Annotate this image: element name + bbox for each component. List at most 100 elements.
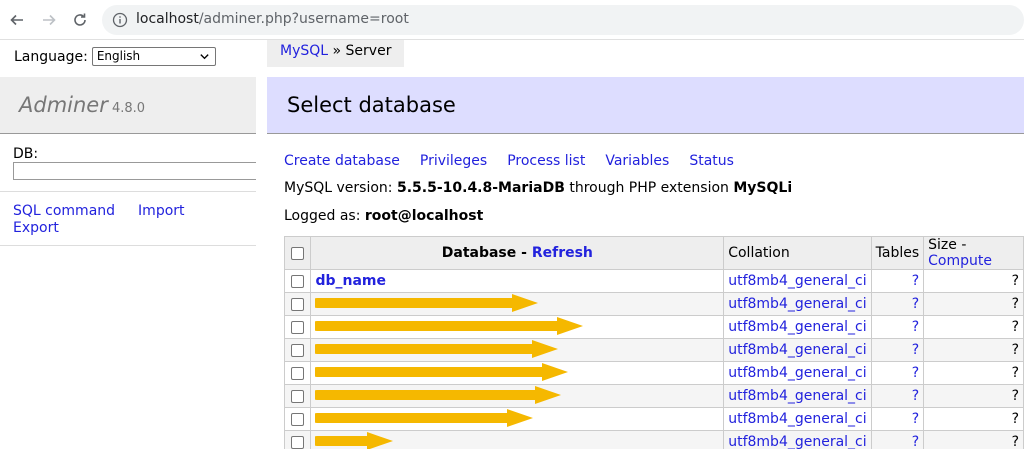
- language-label: Language:: [14, 48, 88, 65]
- forward-arrow-icon[interactable]: [38, 9, 60, 31]
- breadcrumb-current: Server: [345, 43, 392, 59]
- table-row: utf8mb4_general_ci??: [283, 315, 1024, 339]
- tables-cell[interactable]: ?: [870, 338, 925, 362]
- compute-link[interactable]: Compute: [928, 253, 992, 269]
- database-name-cell: [310, 430, 725, 449]
- status-link[interactable]: Status: [689, 153, 734, 169]
- chevron-down-icon: [200, 54, 209, 60]
- version-prefix: MySQL version:: [284, 180, 397, 196]
- language-value: English: [96, 49, 141, 63]
- collation-cell[interactable]: utf8mb4_general_ci: [723, 384, 872, 408]
- size-cell: ?: [923, 430, 1024, 449]
- table-row: utf8mb4_general_ci??: [283, 384, 1024, 408]
- collation-cell[interactable]: utf8mb4_general_ci: [723, 292, 872, 316]
- export-link[interactable]: Export: [13, 220, 59, 236]
- table-row: utf8mb4_general_ci??: [283, 338, 1024, 362]
- sql-command-link[interactable]: SQL command: [13, 203, 115, 219]
- tables-cell[interactable]: ?: [870, 269, 925, 293]
- create-database-link[interactable]: Create database: [284, 153, 400, 169]
- row-checkbox[interactable]: [291, 366, 305, 380]
- browser-toolbar: localhost/adminer.php?username=root: [0, 0, 1024, 40]
- tables-cell[interactable]: ?: [870, 430, 925, 449]
- table-body: db_name utf8mb4_general_ci?? utf8mb4_gener…: [283, 269, 1024, 449]
- database-name-cell: [310, 338, 725, 362]
- breadcrumb-separator: »: [328, 43, 346, 59]
- process-list-link[interactable]: Process list: [507, 153, 585, 169]
- collation-column-header: Collation: [723, 236, 872, 270]
- row-checkbox[interactable]: [291, 389, 305, 403]
- breadcrumb-mysql-link[interactable]: MySQL: [280, 43, 328, 59]
- row-checkbox[interactable]: [291, 274, 305, 288]
- size-cell: ?: [923, 315, 1024, 339]
- tables-cell[interactable]: ?: [870, 292, 925, 316]
- logged-prefix: Logged as:: [284, 208, 365, 224]
- back-arrow-icon[interactable]: [6, 9, 28, 31]
- database-name-cell: [310, 384, 725, 408]
- redacted-database-name[interactable]: [315, 340, 559, 358]
- db-input[interactable]: [13, 162, 256, 180]
- tables-column-header: Tables: [870, 236, 925, 270]
- redacted-database-name[interactable]: [315, 432, 394, 449]
- breadcrumb: MySQL » Server: [267, 40, 405, 67]
- redacted-database-name[interactable]: [315, 386, 562, 404]
- row-checkbox[interactable]: [291, 343, 305, 357]
- row-checkbox[interactable]: [291, 320, 305, 334]
- table-row: utf8mb4_general_ci??: [283, 361, 1024, 385]
- address-bar[interactable]: localhost/adminer.php?username=root: [102, 5, 1024, 35]
- version-middle: through PHP extension: [564, 180, 734, 196]
- table-row: utf8mb4_general_ci??: [283, 407, 1024, 431]
- collation-cell[interactable]: utf8mb4_general_ci: [723, 407, 872, 431]
- variables-link[interactable]: Variables: [605, 153, 669, 169]
- redacted-database-name[interactable]: [315, 294, 539, 312]
- tables-cell[interactable]: ?: [870, 407, 925, 431]
- sidebar: Language: English Adminer 4.8.0 DB: SQL …: [0, 40, 256, 449]
- select-all-checkbox[interactable]: [291, 246, 305, 260]
- size-cell: ?: [923, 338, 1024, 362]
- logged-user: root@localhost: [364, 208, 484, 224]
- tables-cell[interactable]: ?: [870, 361, 925, 385]
- database-name-cell: [310, 315, 725, 339]
- logged-as: Logged as: root@localhost: [284, 208, 483, 224]
- row-checkbox-cell: [283, 430, 312, 449]
- heading-box: Select database: [267, 77, 1024, 134]
- row-checkbox[interactable]: [291, 435, 305, 449]
- table-row: utf8mb4_general_ci??: [283, 430, 1024, 449]
- refresh-link[interactable]: Refresh: [532, 245, 593, 261]
- size-cell: ?: [923, 361, 1024, 385]
- collation-cell[interactable]: utf8mb4_general_ci: [723, 269, 872, 293]
- redacted-database-name[interactable]: [315, 317, 584, 335]
- reload-icon[interactable]: [69, 9, 91, 31]
- logo-box: Adminer 4.8.0: [0, 77, 256, 134]
- row-checkbox[interactable]: [291, 412, 305, 426]
- collation-cell[interactable]: utf8mb4_general_ci: [723, 315, 872, 339]
- database-name-cell: db_name: [310, 269, 725, 293]
- import-link[interactable]: Import: [138, 203, 184, 219]
- database-table: Database - Refresh Collation Tables Size…: [283, 236, 1024, 449]
- info-icon[interactable]: [112, 12, 128, 28]
- redacted-database-name[interactable]: [315, 409, 534, 427]
- table-row: db_name utf8mb4_general_ci??: [283, 269, 1024, 293]
- language-select[interactable]: English: [91, 47, 216, 66]
- database-header-label: Database: [441, 245, 517, 261]
- app-logo[interactable]: Adminer: [19, 93, 108, 117]
- tables-cell[interactable]: ?: [870, 384, 925, 408]
- table-header-row: Database - Refresh Collation Tables Size…: [283, 236, 1024, 270]
- redacted-database-name[interactable]: [315, 363, 569, 381]
- database-name-link[interactable]: db_name: [315, 273, 386, 289]
- database-name-cell: [310, 407, 725, 431]
- db-label: DB:: [13, 146, 39, 162]
- url-text: localhost/adminer.php?username=root: [136, 11, 409, 27]
- collation-cell[interactable]: utf8mb4_general_ci: [723, 361, 872, 385]
- divider: [0, 245, 256, 246]
- row-checkbox-cell: [283, 338, 312, 362]
- collation-cell[interactable]: utf8mb4_general_ci: [723, 430, 872, 449]
- collation-cell[interactable]: utf8mb4_general_ci: [723, 338, 872, 362]
- row-checkbox[interactable]: [291, 297, 305, 311]
- header-dash: -: [516, 245, 532, 261]
- table-row: utf8mb4_general_ci??: [283, 292, 1024, 316]
- tables-cell[interactable]: ?: [870, 315, 925, 339]
- divider: [0, 191, 256, 192]
- url-path: /adminer.php?username=root: [198, 11, 409, 27]
- sidebar-links: SQL command Import Export: [13, 203, 185, 237]
- privileges-link[interactable]: Privileges: [420, 153, 487, 169]
